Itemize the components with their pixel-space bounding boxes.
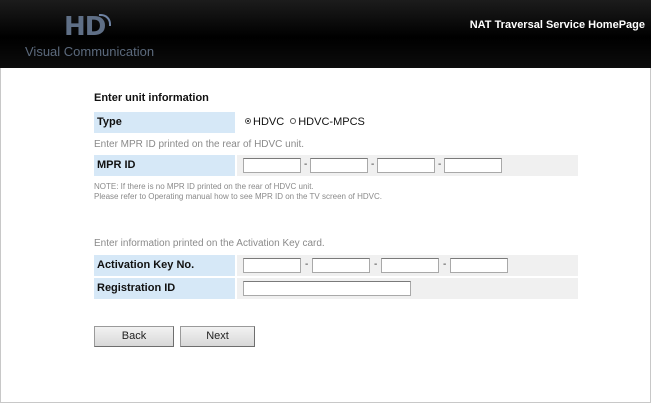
radio-unselected-icon[interactable] [290,118,297,124]
mpr-note-line2: Please refer to Operating manual how to … [94,192,382,201]
activation-input-1[interactable] [243,258,301,273]
type-row: Type HDVC HDVC-MPCS [94,112,578,133]
activation-separator: - [443,259,447,270]
registration-field [237,278,578,299]
activation-input-4[interactable] [450,258,508,273]
mpr-input-4[interactable] [444,158,502,173]
radio-option-hdvc-mpcs[interactable]: HDVC-MPCS [290,115,365,130]
activation-field: - - - [237,255,578,276]
mpr-input-3[interactable] [377,158,435,173]
section-title: Enter unit information [94,92,209,104]
mpr-note-line1: NOTE: If there is no MPR ID printed on t… [94,182,314,191]
radio-hdvc-mpcs-label: HDVC-MPCS [298,116,365,128]
type-label: Type [94,112,235,133]
radio-selected-icon[interactable] [245,118,251,124]
activation-input-2[interactable] [312,258,370,273]
mpr-input-2[interactable] [310,158,368,173]
homepage-link[interactable]: NAT Traversal Service HomePage [470,19,645,31]
mpr-label: MPR ID [94,155,235,176]
mpr-input-1[interactable] [243,158,301,173]
activation-input-3[interactable] [381,258,439,273]
next-button[interactable]: Next [180,326,255,347]
radio-option-hdvc[interactable]: HDVC [245,115,284,130]
mpr-separator: - [371,159,375,170]
mpr-separator: - [438,159,442,170]
logo-arc-icon [99,14,111,26]
mpr-field: - - - [237,155,578,176]
radio-hdvc-label: HDVC [253,116,285,128]
type-field: HDVC HDVC-MPCS [237,112,578,133]
mpr-hint: Enter MPR ID printed on the rear of HDVC… [94,139,305,150]
activation-label: Activation Key No. [94,255,235,276]
activation-separator: - [374,259,378,270]
activation-hint: Enter information printed on the Activat… [94,238,325,249]
registration-label: Registration ID [94,278,235,299]
logo-text: Visual Communication [25,44,155,59]
back-button[interactable]: Back [94,326,174,347]
activation-row: Activation Key No. - - - [94,255,578,276]
header-bar: HD Visual Communication NAT Traversal Se… [0,0,651,68]
registration-input[interactable] [243,281,411,296]
activation-separator: - [305,259,309,270]
registration-row: Registration ID [94,278,578,299]
mpr-separator: - [304,159,308,170]
hdvc-logo: HD Visual Communication [25,12,170,62]
mpr-row: MPR ID - - - [94,155,578,176]
type-radio-group: HDVC HDVC-MPCS [245,115,368,130]
